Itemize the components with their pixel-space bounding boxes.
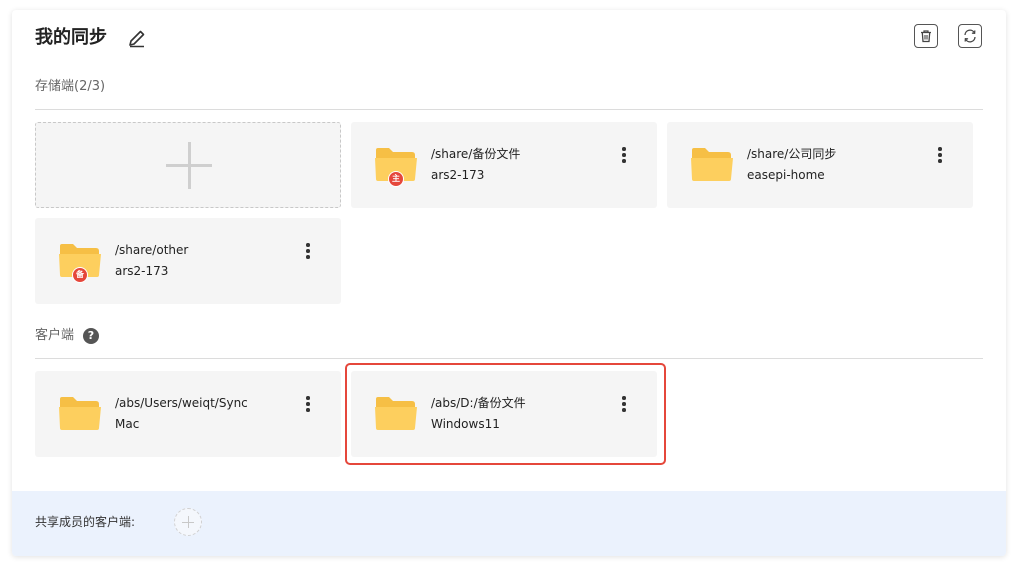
storage-card[interactable]: 备 /share/other ars2-173 [35, 218, 341, 304]
shared-members-label: 共享成员的客户端: [35, 515, 136, 529]
storage-path: /share/公司同步 [747, 147, 837, 161]
storage-card[interactable]: /share/公司同步 easepi-home [667, 122, 973, 208]
client-section-label: 客户端 [35, 328, 75, 343]
storage-host: ars2-173 [431, 168, 485, 182]
client-card[interactable]: /abs/Users/weiqt/Sync Mac [35, 371, 341, 457]
storage-host: easepi-home [747, 168, 825, 182]
selection-highlight [345, 363, 666, 465]
storage-divider [35, 109, 983, 110]
more-menu-icon[interactable] [303, 396, 313, 412]
shared-members-footer: 共享成员的客户端: [12, 491, 1006, 556]
more-menu-icon[interactable] [935, 147, 945, 163]
folder-icon [691, 148, 733, 181]
client-host: Mac [115, 417, 140, 431]
refresh-icon [964, 29, 976, 43]
delete-button[interactable] [914, 24, 938, 48]
client-divider [35, 358, 983, 359]
storage-host: ars2-173 [115, 264, 169, 278]
trash-icon [921, 30, 931, 43]
pencil-icon[interactable] [126, 27, 148, 49]
question-icon[interactable]: ? [83, 328, 99, 344]
page-title: 我的同步 [35, 27, 107, 48]
more-menu-icon[interactable] [303, 243, 313, 259]
client-path: /abs/Users/weiqt/Sync [115, 396, 248, 410]
storage-card[interactable]: 主 /share/备份文件 ars2-173 [351, 122, 657, 208]
add-member-client-button[interactable] [174, 508, 202, 536]
backup-badge: 备 [72, 267, 88, 283]
add-storage-button[interactable] [35, 122, 341, 208]
more-menu-icon[interactable] [619, 147, 629, 163]
primary-badge: 主 [388, 171, 404, 187]
storage-path: /share/备份文件 [431, 147, 521, 161]
folder-icon [59, 397, 101, 430]
sync-panel: 我的同步 存储端(2/3) 主 /share/备份文件 ars2-173 /sh… [12, 10, 1006, 556]
refresh-button[interactable] [958, 24, 982, 48]
storage-path: /share/other [115, 243, 189, 257]
storage-section-label: 存储端(2/3) [35, 79, 106, 94]
